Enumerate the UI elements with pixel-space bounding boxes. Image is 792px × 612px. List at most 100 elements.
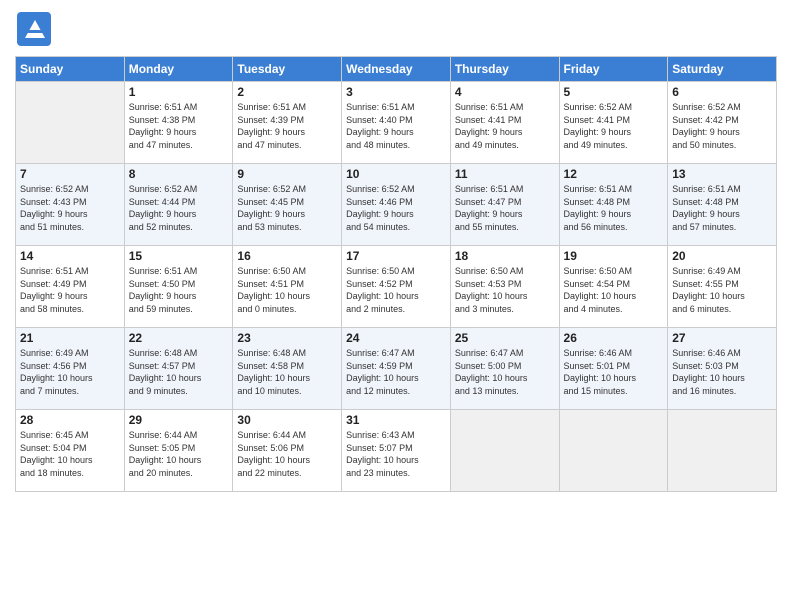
day-info: Sunrise: 6:51 AM Sunset: 4:47 PM Dayligh… — [455, 183, 555, 233]
day-number: 4 — [455, 85, 555, 99]
day-info: Sunrise: 6:43 AM Sunset: 5:07 PM Dayligh… — [346, 429, 446, 479]
day-number: 6 — [672, 85, 772, 99]
calendar-cell: 5 Sunrise: 6:52 AM Sunset: 4:41 PM Daylig… — [559, 82, 668, 164]
day-number: 27 — [672, 331, 772, 345]
day-number: 12 — [564, 167, 664, 181]
logo — [15, 10, 57, 48]
day-number: 23 — [237, 331, 337, 345]
day-number: 7 — [20, 167, 120, 181]
day-info: Sunrise: 6:50 AM Sunset: 4:54 PM Dayligh… — [564, 265, 664, 315]
header-day-saturday: Saturday — [668, 57, 777, 82]
day-info: Sunrise: 6:51 AM Sunset: 4:40 PM Dayligh… — [346, 101, 446, 151]
day-info: Sunrise: 6:47 AM Sunset: 5:00 PM Dayligh… — [455, 347, 555, 397]
day-info: Sunrise: 6:50 AM Sunset: 4:52 PM Dayligh… — [346, 265, 446, 315]
calendar-cell: 6Sunrise: 6:52 AM Sunset: 4:42 PM Daylig… — [668, 82, 777, 164]
calendar-cell — [559, 410, 668, 492]
day-number: 5 — [564, 85, 664, 99]
page: SundayMondayTuesdayWednesdayThursdayFrid… — [0, 0, 792, 612]
day-number: 2 — [237, 85, 337, 99]
calendar-cell — [450, 410, 559, 492]
calendar-cell: 11Sunrise: 6:51 AM Sunset: 4:47 PM Dayli… — [450, 164, 559, 246]
day-info: Sunrise: 6:51 AM Sunset: 4:48 PM Dayligh… — [564, 183, 664, 233]
day-info: Sunrise: 6:50 AM Sunset: 4:51 PM Dayligh… — [237, 265, 337, 315]
day-number: 3 — [346, 85, 446, 99]
calendar-cell: 28 Sunrise: 6:45 AM Sunset: 5:04 PM Dayli… — [16, 410, 125, 492]
calendar-cell: 3 Sunrise: 6:51 AM Sunset: 4:40 PM Daylig… — [342, 82, 451, 164]
calendar-week-5: 28 Sunrise: 6:45 AM Sunset: 5:04 PM Dayli… — [16, 410, 777, 492]
calendar-cell: 24 Sunrise: 6:47 AM Sunset: 4:59 PM Dayli… — [342, 328, 451, 410]
header-day-friday: Friday — [559, 57, 668, 82]
calendar-cell: 7Sunrise: 6:52 AM Sunset: 4:43 PM Daylig… — [16, 164, 125, 246]
header-day-thursday: Thursday — [450, 57, 559, 82]
day-number: 10 — [346, 167, 446, 181]
calendar-cell: 12 Sunrise: 6:51 AM Sunset: 4:48 PM Dayli… — [559, 164, 668, 246]
day-info: Sunrise: 6:52 AM Sunset: 4:45 PM Dayligh… — [237, 183, 337, 233]
day-number: 28 — [20, 413, 120, 427]
header — [15, 10, 777, 48]
day-number: 26 — [564, 331, 664, 345]
day-number: 20 — [672, 249, 772, 263]
calendar-cell: 17 Sunrise: 6:50 AM Sunset: 4:52 PM Dayli… — [342, 246, 451, 328]
calendar-week-3: 14 Sunrise: 6:51 AM Sunset: 4:49 PM Dayli… — [16, 246, 777, 328]
calendar-cell: 19 Sunrise: 6:50 AM Sunset: 4:54 PM Dayli… — [559, 246, 668, 328]
day-number: 22 — [129, 331, 229, 345]
calendar-body: 1Sunrise: 6:51 AM Sunset: 4:38 PM Daylig… — [16, 82, 777, 492]
calendar-cell: 27 Sunrise: 6:46 AM Sunset: 5:03 PM Dayli… — [668, 328, 777, 410]
day-number: 24 — [346, 331, 446, 345]
day-info: Sunrise: 6:45 AM Sunset: 5:04 PM Dayligh… — [20, 429, 120, 479]
day-number: 1 — [129, 85, 229, 99]
day-info: Sunrise: 6:51 AM Sunset: 4:48 PM Dayligh… — [672, 183, 772, 233]
day-info: Sunrise: 6:46 AM Sunset: 5:03 PM Dayligh… — [672, 347, 772, 397]
day-number: 30 — [237, 413, 337, 427]
day-info: Sunrise: 6:47 AM Sunset: 4:59 PM Dayligh… — [346, 347, 446, 397]
day-info: Sunrise: 6:51 AM Sunset: 4:50 PM Dayligh… — [129, 265, 229, 315]
day-info: Sunrise: 6:49 AM Sunset: 4:56 PM Dayligh… — [20, 347, 120, 397]
calendar-cell: 10 Sunrise: 6:52 AM Sunset: 4:46 PM Dayli… — [342, 164, 451, 246]
day-number: 19 — [564, 249, 664, 263]
header-day-wednesday: Wednesday — [342, 57, 451, 82]
day-info: Sunrise: 6:51 AM Sunset: 4:41 PM Dayligh… — [455, 101, 555, 151]
day-number: 21 — [20, 331, 120, 345]
day-number: 9 — [237, 167, 337, 181]
day-number: 25 — [455, 331, 555, 345]
calendar-cell: 13 Sunrise: 6:51 AM Sunset: 4:48 PM Dayli… — [668, 164, 777, 246]
day-number: 15 — [129, 249, 229, 263]
header-day-monday: Monday — [124, 57, 233, 82]
day-number: 18 — [455, 249, 555, 263]
calendar-table: SundayMondayTuesdayWednesdayThursdayFrid… — [15, 56, 777, 492]
day-number: 29 — [129, 413, 229, 427]
calendar-cell: 1Sunrise: 6:51 AM Sunset: 4:38 PM Daylig… — [124, 82, 233, 164]
header-day-tuesday: Tuesday — [233, 57, 342, 82]
calendar-cell: 4 Sunrise: 6:51 AM Sunset: 4:41 PM Daylig… — [450, 82, 559, 164]
day-number: 16 — [237, 249, 337, 263]
calendar-cell: 26 Sunrise: 6:46 AM Sunset: 5:01 PM Dayli… — [559, 328, 668, 410]
calendar-cell: 25 Sunrise: 6:47 AM Sunset: 5:00 PM Dayli… — [450, 328, 559, 410]
day-number: 31 — [346, 413, 446, 427]
calendar-cell: 23 Sunrise: 6:48 AM Sunset: 4:58 PM Dayli… — [233, 328, 342, 410]
calendar-cell: 14 Sunrise: 6:51 AM Sunset: 4:49 PM Dayli… — [16, 246, 125, 328]
day-info: Sunrise: 6:49 AM Sunset: 4:55 PM Dayligh… — [672, 265, 772, 315]
day-number: 17 — [346, 249, 446, 263]
day-info: Sunrise: 6:46 AM Sunset: 5:01 PM Dayligh… — [564, 347, 664, 397]
day-number: 13 — [672, 167, 772, 181]
day-info: Sunrise: 6:52 AM Sunset: 4:41 PM Dayligh… — [564, 101, 664, 151]
calendar-cell: 21 Sunrise: 6:49 AM Sunset: 4:56 PM Dayli… — [16, 328, 125, 410]
day-info: Sunrise: 6:51 AM Sunset: 4:49 PM Dayligh… — [20, 265, 120, 315]
calendar-header-row: SundayMondayTuesdayWednesdayThursdayFrid… — [16, 57, 777, 82]
day-info: Sunrise: 6:48 AM Sunset: 4:58 PM Dayligh… — [237, 347, 337, 397]
calendar-cell: 15 Sunrise: 6:51 AM Sunset: 4:50 PM Dayli… — [124, 246, 233, 328]
calendar-cell: 30Sunrise: 6:44 AM Sunset: 5:06 PM Dayli… — [233, 410, 342, 492]
calendar-cell: 29 Sunrise: 6:44 AM Sunset: 5:05 PM Dayli… — [124, 410, 233, 492]
day-info: Sunrise: 6:52 AM Sunset: 4:46 PM Dayligh… — [346, 183, 446, 233]
calendar-cell: 9 Sunrise: 6:52 AM Sunset: 4:45 PM Daylig… — [233, 164, 342, 246]
calendar-cell: 22Sunrise: 6:48 AM Sunset: 4:57 PM Dayli… — [124, 328, 233, 410]
day-info: Sunrise: 6:44 AM Sunset: 5:05 PM Dayligh… — [129, 429, 229, 479]
calendar-cell — [16, 82, 125, 164]
calendar-cell — [668, 410, 777, 492]
day-info: Sunrise: 6:52 AM Sunset: 4:44 PM Dayligh… — [129, 183, 229, 233]
day-number: 14 — [20, 249, 120, 263]
calendar-week-4: 21 Sunrise: 6:49 AM Sunset: 4:56 PM Dayli… — [16, 328, 777, 410]
calendar-week-2: 7Sunrise: 6:52 AM Sunset: 4:43 PM Daylig… — [16, 164, 777, 246]
calendar-cell: 31 Sunrise: 6:43 AM Sunset: 5:07 PM Dayli… — [342, 410, 451, 492]
day-number: 8 — [129, 167, 229, 181]
